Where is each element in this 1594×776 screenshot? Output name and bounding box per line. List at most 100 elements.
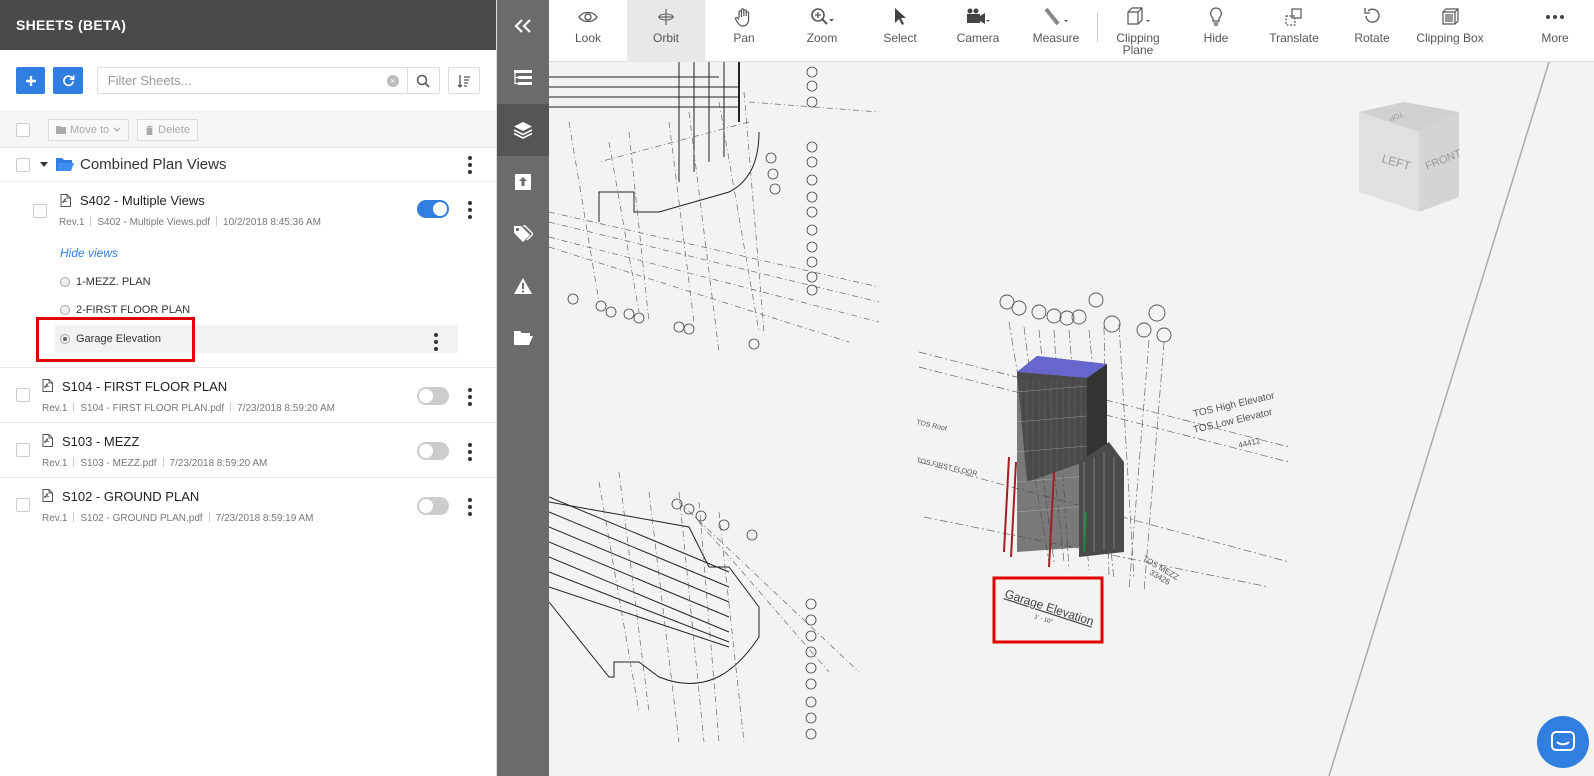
tool-label: Hide <box>1203 31 1229 45</box>
tool-zoom[interactable]: Zoom <box>783 0 861 62</box>
translate-icon <box>1285 8 1302 26</box>
tool-translate[interactable]: Translate <box>1255 0 1333 62</box>
group-row[interactable]: Combined Plan Views <box>0 148 496 182</box>
group-checkbox[interactable] <box>16 157 30 172</box>
filter-field: × <box>96 67 440 94</box>
view-item-first-floor-plan[interactable]: 2-FIRST FLOOR PLAN <box>60 304 190 316</box>
sheet-rev: Rev.1 <box>42 513 68 524</box>
tool-look[interactable]: Look <box>549 0 627 62</box>
tool-camera[interactable]: Camera <box>939 0 1017 62</box>
orbit-icon <box>658 9 674 25</box>
sheet-menu-icon[interactable] <box>468 443 472 461</box>
eye-icon <box>578 11 598 23</box>
panel-toolbar: × <box>0 50 496 112</box>
level-label: TOS Roof <box>916 419 948 433</box>
lightbulb-icon <box>1210 7 1222 26</box>
filter-input[interactable] <box>97 68 387 93</box>
tool-orbit[interactable]: Orbit <box>627 0 705 62</box>
sheet-row[interactable]: S402 - Multiple Views Rev.1 S402 - Multip… <box>0 182 496 368</box>
pdf-file-icon <box>42 489 53 502</box>
3d-viewport[interactable]: TOS High Elevator TOS Low Elevator 44412… <box>549 62 1594 776</box>
collapse-panel-button[interactable] <box>497 0 549 52</box>
tool-measure[interactable]: Measure <box>1017 0 1095 62</box>
tool-label: Look <box>574 31 602 45</box>
sheet-checkbox[interactable] <box>16 443 30 457</box>
tool-pan[interactable]: Pan <box>705 0 783 62</box>
tool-label: More <box>1541 31 1569 45</box>
search-button[interactable] <box>406 68 439 93</box>
sheet-file: S104 - FIRST FLOOR PLAN.pdf <box>80 403 225 414</box>
sheet-file: S103 - MEZZ.pdf <box>80 458 157 469</box>
double-chevron-left-icon <box>514 19 531 33</box>
zoom-icon <box>811 8 834 25</box>
chevron-down-icon <box>113 127 121 132</box>
sheet-visibility-toggle[interactable] <box>417 497 449 515</box>
sheet-date: 7/23/2018 8:59:20 AM <box>237 403 336 414</box>
level-label: TOS FIRST FLOOR <box>916 457 978 478</box>
view-radio[interactable] <box>60 305 70 315</box>
hide-views-link[interactable]: Hide views <box>60 246 118 260</box>
camera-icon <box>967 8 990 24</box>
clear-filter-icon[interactable]: × <box>386 74 399 87</box>
view-radio[interactable] <box>60 277 70 287</box>
select-all-checkbox[interactable] <box>16 122 30 137</box>
sheet-date: 10/2/2018 8:45:36 AM <box>223 217 321 228</box>
caret-down-icon[interactable] <box>40 161 48 168</box>
view-label: 1-MEZZ. PLAN <box>76 276 151 288</box>
tool-more[interactable]: More <box>1516 0 1594 62</box>
sheet-title[interactable]: S104 - FIRST FLOOR PLAN <box>62 379 227 394</box>
sheet-visibility-toggle[interactable] <box>417 200 449 218</box>
tool-rotate[interactable]: Rotate <box>1333 0 1411 62</box>
sheets-button[interactable] <box>497 104 549 156</box>
model-tree-button[interactable] <box>497 52 549 104</box>
sheet-title[interactable]: S102 - GROUND PLAN <box>62 489 199 504</box>
upload-icon <box>515 174 531 190</box>
chat-icon <box>1551 731 1575 751</box>
cursor-icon <box>895 8 906 25</box>
group-title: Combined Plan Views <box>80 156 227 173</box>
view-item-mezz-plan[interactable]: 1-MEZZ. PLAN <box>60 276 151 288</box>
pdf-file-icon <box>42 434 53 447</box>
sheet-visibility-toggle[interactable] <box>417 387 449 405</box>
sheet-row[interactable]: S104 - FIRST FLOOR PLAN Rev.1 S104 - FIRS… <box>0 368 496 423</box>
issues-button[interactable] <box>497 260 549 312</box>
tags-icon <box>514 225 533 242</box>
delete-button[interactable]: Delete <box>137 118 198 141</box>
sheet-menu-icon[interactable] <box>468 498 472 516</box>
highlight-box <box>36 317 195 362</box>
sheet-visibility-toggle[interactable] <box>417 442 449 460</box>
refresh-button[interactable] <box>53 67 83 94</box>
tool-clipping-box[interactable]: Clipping Box <box>1411 0 1489 62</box>
sort-button[interactable] <box>447 67 480 94</box>
sheet-menu-icon[interactable] <box>468 388 472 406</box>
tool-label: Camera <box>956 31 1000 45</box>
sheet-checkbox[interactable] <box>16 498 30 512</box>
sheet-checkbox[interactable] <box>33 204 47 218</box>
files-button[interactable] <box>497 312 549 364</box>
sheet-date: 7/23/2018 8:59:19 AM <box>215 513 314 524</box>
sheet-title[interactable]: S103 - MEZZ <box>62 434 139 449</box>
tool-hide[interactable]: Hide <box>1177 0 1255 62</box>
upload-button[interactable] <box>497 156 549 208</box>
tool-select[interactable]: Select <box>861 0 939 62</box>
sheet-row[interactable]: S102 - GROUND PLAN Rev.1 S102 - GROUND PL… <box>0 478 496 533</box>
tool-clipping-plane[interactable]: Clipping Plane <box>1099 0 1177 62</box>
side-icon-strip <box>497 0 549 776</box>
sheet-checkbox[interactable] <box>16 388 30 402</box>
move-to-button[interactable]: Move to <box>48 118 130 141</box>
view-label: 2-FIRST FLOOR PLAN <box>76 304 191 316</box>
add-sheet-button[interactable] <box>16 67 46 94</box>
clipping-box-icon <box>1442 8 1459 25</box>
folder-open-icon <box>56 158 74 171</box>
sheet-meta: Rev.1 S402 - Multiple Views.pdf 10/2/2018 … <box>59 216 321 228</box>
chat-button[interactable] <box>1537 716 1589 768</box>
sheet-row[interactable]: S103 - MEZZ Rev.1 S103 - MEZZ.pdf 7/23/201… <box>0 423 496 478</box>
view-menu-icon[interactable] <box>434 333 438 351</box>
sheet-title[interactable]: S402 - Multiple Views <box>80 193 205 208</box>
warning-icon <box>514 278 532 294</box>
view-cube[interactable]: LEFT FRONT TOP <box>1339 82 1469 212</box>
tags-button[interactable] <box>497 208 549 260</box>
group-menu-icon[interactable] <box>468 155 472 174</box>
sheet-meta: Rev.1 S103 - MEZZ.pdf 7/23/2018 8:59:20 AM <box>42 457 267 469</box>
sheet-menu-icon[interactable] <box>468 201 472 219</box>
